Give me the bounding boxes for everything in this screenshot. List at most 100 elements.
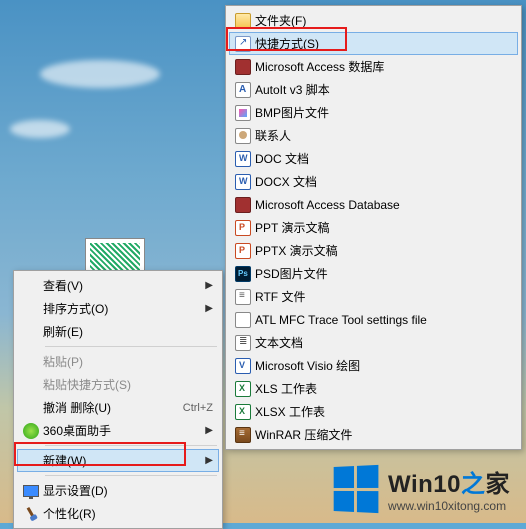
decoration-cloud xyxy=(40,60,160,88)
menu-refresh[interactable]: 刷新(E) xyxy=(17,320,219,343)
menu-separator xyxy=(45,475,217,476)
new-submenu-item[interactable]: 文件夹(F) xyxy=(229,9,518,32)
menu-new[interactable]: 新建(W) ▶ xyxy=(17,449,219,472)
access-icon xyxy=(231,59,255,75)
submenu-item-label: Microsoft Access Database xyxy=(255,198,512,212)
menu-label: 刷新(E) xyxy=(43,323,213,340)
menu-sort[interactable]: 排序方式(O) ▶ xyxy=(17,297,219,320)
new-submenu-item[interactable]: DOC 文档 xyxy=(229,147,518,170)
submenu-item-label: PSD图片文件 xyxy=(255,265,512,282)
menu-360-helper[interactable]: 360桌面助手 ▶ xyxy=(17,419,219,442)
submenu-item-label: 联系人 xyxy=(255,127,512,144)
new-submenu: 文件夹(F) 快捷方式(S) Microsoft Access 数据库 AutoIt … xyxy=(225,5,522,450)
new-submenu-item[interactable]: PSD图片文件 xyxy=(229,262,518,285)
doc-icon xyxy=(231,151,255,167)
menu-display-settings[interactable]: 显示设置(D) xyxy=(17,479,219,502)
ppt-icon xyxy=(231,243,255,259)
generic-icon xyxy=(231,312,255,328)
submenu-arrow-icon: ▶ xyxy=(205,455,213,466)
autoit-icon xyxy=(231,82,255,98)
submenu-item-label: XLS 工作表 xyxy=(255,380,512,397)
windows-logo-icon xyxy=(334,464,379,512)
new-submenu-item[interactable]: XLSX 工作表 xyxy=(229,400,518,423)
submenu-item-label: Microsoft Access 数据库 xyxy=(255,58,512,75)
new-submenu-item[interactable]: 快捷方式(S) xyxy=(229,32,518,55)
new-submenu-item[interactable]: RTF 文件 xyxy=(229,285,518,308)
menu-view[interactable]: 查看(V) ▶ xyxy=(17,274,219,297)
submenu-item-label: Microsoft Visio 绘图 xyxy=(255,357,512,374)
desktop-context-menu: 查看(V) ▶ 排序方式(O) ▶ 刷新(E) 粘贴(P) 粘贴快捷方式(S) … xyxy=(13,270,223,529)
xls-icon xyxy=(231,404,255,420)
watermark-title-part: 之 xyxy=(461,471,486,498)
new-submenu-item[interactable]: Microsoft Access Database xyxy=(229,193,518,216)
decoration-cloud xyxy=(10,120,70,138)
new-submenu-item[interactable]: Microsoft Access 数据库 xyxy=(229,55,518,78)
new-submenu-item[interactable]: AutoIt v3 脚本 xyxy=(229,78,518,101)
submenu-item-label: ATL MFC Trace Tool settings file xyxy=(255,313,512,327)
menu-label: 查看(V) xyxy=(43,277,205,294)
menu-label: 显示设置(D) xyxy=(43,482,213,499)
submenu-item-label: AutoIt v3 脚本 xyxy=(255,81,512,98)
access-icon xyxy=(231,197,255,213)
menu-label: 粘贴(P) xyxy=(43,353,213,370)
shortcut-ico-icon xyxy=(231,36,255,52)
ppt-icon xyxy=(231,220,255,236)
rtf-icon xyxy=(231,289,255,305)
psd-icon xyxy=(231,266,255,282)
new-submenu-item[interactable]: 联系人 xyxy=(229,124,518,147)
360-icon xyxy=(19,423,43,439)
new-submenu-item[interactable]: PPTX 演示文稿 xyxy=(229,239,518,262)
menu-shortcut: Ctrl+Z xyxy=(183,402,213,414)
contact-icon xyxy=(231,128,255,144)
watermark-title-part: Win10 xyxy=(388,471,461,498)
new-submenu-item[interactable]: DOCX 文档 xyxy=(229,170,518,193)
monitor-icon xyxy=(19,485,43,497)
new-submenu-item[interactable]: WinRAR 压缩文件 xyxy=(229,423,518,446)
submenu-item-label: 快捷方式(S) xyxy=(255,35,512,52)
menu-paste-shortcut: 粘贴快捷方式(S) xyxy=(17,373,219,396)
menu-paste: 粘贴(P) xyxy=(17,350,219,373)
folder-icon xyxy=(231,13,255,29)
new-submenu-item[interactable]: XLS 工作表 xyxy=(229,377,518,400)
doc-icon xyxy=(231,174,255,190)
submenu-item-label: RTF 文件 xyxy=(255,288,512,305)
new-submenu-item[interactable]: 文本文档 xyxy=(229,331,518,354)
menu-personalize[interactable]: 个性化(R) xyxy=(17,502,219,525)
rar-icon xyxy=(231,427,255,443)
menu-label: 排序方式(O) xyxy=(43,300,205,317)
submenu-item-label: PPT 演示文稿 xyxy=(255,219,512,236)
submenu-item-label: 文件夹(F) xyxy=(255,12,512,29)
watermark-title-part: 家 xyxy=(486,471,511,498)
new-submenu-item[interactable]: Microsoft Visio 绘图 xyxy=(229,354,518,377)
menu-label: 新建(W) xyxy=(43,452,205,469)
new-submenu-item[interactable]: BMP图片文件 xyxy=(229,101,518,124)
submenu-item-label: WinRAR 压缩文件 xyxy=(255,426,512,443)
watermark-text: Win10之家 www.win10xitong.com xyxy=(388,464,510,513)
submenu-item-label: PPTX 演示文稿 xyxy=(255,242,512,259)
menu-separator xyxy=(45,445,217,446)
submenu-arrow-icon: ▶ xyxy=(205,280,213,291)
brush-icon xyxy=(19,507,43,521)
submenu-arrow-icon: ▶ xyxy=(205,303,213,314)
menu-label: 撤消 删除(U) xyxy=(43,399,175,416)
bmp-icon xyxy=(231,105,255,121)
submenu-item-label: DOCX 文档 xyxy=(255,173,512,190)
menu-label: 个性化(R) xyxy=(43,505,213,522)
submenu-item-label: XLSX 工作表 xyxy=(255,403,512,420)
visio-icon xyxy=(231,358,255,374)
new-submenu-item[interactable]: ATL MFC Trace Tool settings file xyxy=(229,308,518,331)
submenu-item-label: BMP图片文件 xyxy=(255,104,512,121)
watermark-url: www.win10xitong.com xyxy=(388,499,510,513)
submenu-item-label: DOC 文档 xyxy=(255,150,512,167)
txt-icon xyxy=(231,335,255,351)
watermark-title: Win10之家 xyxy=(388,464,510,499)
menu-label: 360桌面助手 xyxy=(43,422,205,439)
menu-label: 粘贴快捷方式(S) xyxy=(43,376,213,393)
xls-icon xyxy=(231,381,255,397)
new-submenu-item[interactable]: PPT 演示文稿 xyxy=(229,216,518,239)
watermark: Win10之家 www.win10xitong.com xyxy=(332,464,510,513)
submenu-arrow-icon: ▶ xyxy=(205,425,213,436)
submenu-item-label: 文本文档 xyxy=(255,334,512,351)
menu-undo-delete[interactable]: 撤消 删除(U) Ctrl+Z xyxy=(17,396,219,419)
menu-separator xyxy=(45,346,217,347)
